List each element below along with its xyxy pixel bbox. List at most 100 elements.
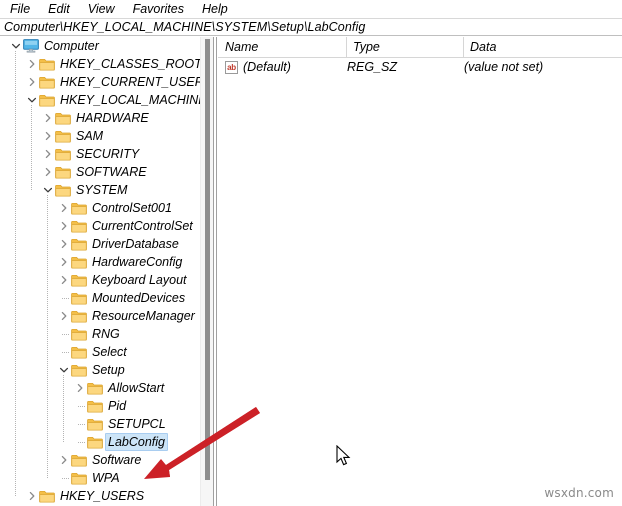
tree-item-driverdatabase[interactable]: DriverDatabase xyxy=(0,235,200,253)
tree-item-security[interactable]: SECURITY xyxy=(0,145,200,163)
chevron-down-icon[interactable] xyxy=(26,91,38,109)
folder-icon xyxy=(71,343,87,361)
computer-icon xyxy=(23,37,39,55)
tree-item-controlset001[interactable]: ControlSet001 xyxy=(0,199,200,217)
tree-item-label: SECURITY xyxy=(76,147,140,161)
tree-item-rng[interactable]: RNG xyxy=(0,325,200,343)
tree-item-allowstart[interactable]: AllowStart xyxy=(0,379,200,397)
menu-file[interactable]: File xyxy=(3,0,37,18)
tree-item-hkey-users[interactable]: HKEY_USERS xyxy=(0,487,200,505)
chevron-right-icon[interactable] xyxy=(74,379,86,397)
chevron-right-icon[interactable] xyxy=(58,451,70,469)
chevron-right-icon[interactable] xyxy=(58,199,70,217)
registry-key-tree[interactable]: Computer HKEY_CLASSES_ROOT HKEY_CURRENT_US… xyxy=(0,37,200,506)
tree-item-label: SOFTWARE xyxy=(76,165,147,179)
table-row[interactable]: ab (Default) REG_SZ (value not set) xyxy=(218,58,622,77)
menu-edit[interactable]: Edit xyxy=(41,0,77,18)
chevron-right-icon[interactable] xyxy=(42,127,54,145)
chevron-right-icon[interactable] xyxy=(26,73,38,91)
tree-item-label: SETUPCL xyxy=(108,417,166,431)
folder-icon xyxy=(55,163,71,181)
tree-item-hardware[interactable]: HARDWARE xyxy=(0,109,200,127)
folder-icon xyxy=(71,271,87,289)
folder-icon xyxy=(71,361,87,379)
tree-item-label: LabConfig xyxy=(105,432,168,451)
tree-item-label: HardwareConfig xyxy=(92,255,183,269)
tree-item-select[interactable]: Select xyxy=(0,343,200,361)
tree-item-label: Setup xyxy=(92,363,125,377)
tree-guide-elbow xyxy=(62,334,70,335)
tree-item-label: SYSTEM xyxy=(76,183,128,197)
chevron-right-icon[interactable] xyxy=(42,163,54,181)
value-name: (Default) xyxy=(243,60,291,74)
chevron-right-icon[interactable] xyxy=(42,145,54,163)
tree-item-hkey-classes-root[interactable]: HKEY_CLASSES_ROOT xyxy=(0,55,200,73)
tree-guide-elbow xyxy=(78,442,86,443)
values-list-header: Name Type Data xyxy=(218,37,622,58)
tree-item-label: ResourceManager xyxy=(92,309,195,323)
tree-item-label: Select xyxy=(92,345,127,359)
chevron-right-icon[interactable] xyxy=(58,217,70,235)
folder-icon xyxy=(39,91,55,109)
menu-view[interactable]: View xyxy=(81,0,122,18)
tree-scrollbar-thumb[interactable] xyxy=(205,39,210,480)
column-header-name[interactable]: Name xyxy=(218,37,346,57)
tree-item-sam[interactable]: SAM xyxy=(0,127,200,145)
tree-item-label: Keyboard Layout xyxy=(92,273,187,287)
tree-item-label: HKEY_USERS xyxy=(60,489,145,503)
tree-item-label: HKEY_CURRENT_USER xyxy=(60,75,200,89)
tree-item-system[interactable]: SYSTEM xyxy=(0,181,200,199)
chevron-right-icon[interactable] xyxy=(58,235,70,253)
tree-item-mounteddevices[interactable]: MountedDevices xyxy=(0,289,200,307)
tree-guide-line xyxy=(15,51,16,496)
tree-item-labconfig[interactable]: LabConfig xyxy=(0,432,200,451)
tree-item-label: WPA xyxy=(92,471,120,485)
watermark-text: wsxdn.com xyxy=(544,486,614,500)
folder-icon xyxy=(55,145,71,163)
tree-item-label: Pid xyxy=(108,399,127,413)
folder-icon xyxy=(55,109,71,127)
registry-values-pane[interactable]: Name Type Data ab (Default) REG_SZ (valu… xyxy=(218,37,622,506)
tree-item-currentcontrolset[interactable]: CurrentControlSet xyxy=(0,217,200,235)
tree-vertical-scrollbar[interactable] xyxy=(200,37,213,506)
chevron-right-icon[interactable] xyxy=(58,253,70,271)
tree-item-computer[interactable]: Computer xyxy=(0,37,200,55)
tree-item-label: ControlSet001 xyxy=(92,201,172,215)
address-bar[interactable]: Computer\HKEY_LOCAL_MACHINE\SYSTEM\Setup… xyxy=(0,18,622,36)
tree-item-label: AllowStart xyxy=(108,381,165,395)
tree-guide-elbow xyxy=(62,478,70,479)
menu-help[interactable]: Help xyxy=(195,0,235,18)
tree-item-pid[interactable]: Pid xyxy=(0,397,200,415)
value-type: REG_SZ xyxy=(347,60,398,74)
tree-item-hkey-local-machine[interactable]: HKEY_LOCAL_MACHINE xyxy=(0,91,200,109)
tree-item-keyboard-layout[interactable]: Keyboard Layout xyxy=(0,271,200,289)
tree-item-software[interactable]: Software xyxy=(0,451,200,469)
folder-icon xyxy=(71,325,87,343)
tree-item-label: DriverDatabase xyxy=(92,237,179,251)
chevron-right-icon[interactable] xyxy=(26,55,38,73)
chevron-right-icon[interactable] xyxy=(42,109,54,127)
tree-item-wpa[interactable]: WPA xyxy=(0,469,200,487)
menu-favorites[interactable]: Favorites xyxy=(126,0,191,18)
tree-item-resourcemanager[interactable]: ResourceManager xyxy=(0,307,200,325)
chevron-right-icon[interactable] xyxy=(58,271,70,289)
pane-splitter[interactable] xyxy=(213,37,217,506)
chevron-down-icon[interactable] xyxy=(10,37,22,55)
chevron-down-icon[interactable] xyxy=(42,181,54,199)
folder-icon xyxy=(71,253,87,271)
chevron-down-icon[interactable] xyxy=(58,361,70,379)
chevron-right-icon[interactable] xyxy=(58,307,70,325)
tree-item-software[interactable]: SOFTWARE xyxy=(0,163,200,181)
tree-item-hkey-current-user[interactable]: HKEY_CURRENT_USER xyxy=(0,73,200,91)
column-header-type[interactable]: Type xyxy=(346,37,463,57)
tree-guide-elbow xyxy=(78,406,86,407)
folder-icon xyxy=(87,415,103,433)
tree-item-label: MountedDevices xyxy=(92,291,186,305)
folder-icon xyxy=(71,451,87,469)
tree-item-setup[interactable]: Setup xyxy=(0,361,200,379)
folder-icon xyxy=(71,307,87,325)
column-header-data[interactable]: Data xyxy=(463,37,622,57)
tree-item-hardwareconfig[interactable]: HardwareConfig xyxy=(0,253,200,271)
tree-item-setupcl[interactable]: SETUPCL xyxy=(0,415,200,433)
chevron-right-icon[interactable] xyxy=(26,487,38,505)
